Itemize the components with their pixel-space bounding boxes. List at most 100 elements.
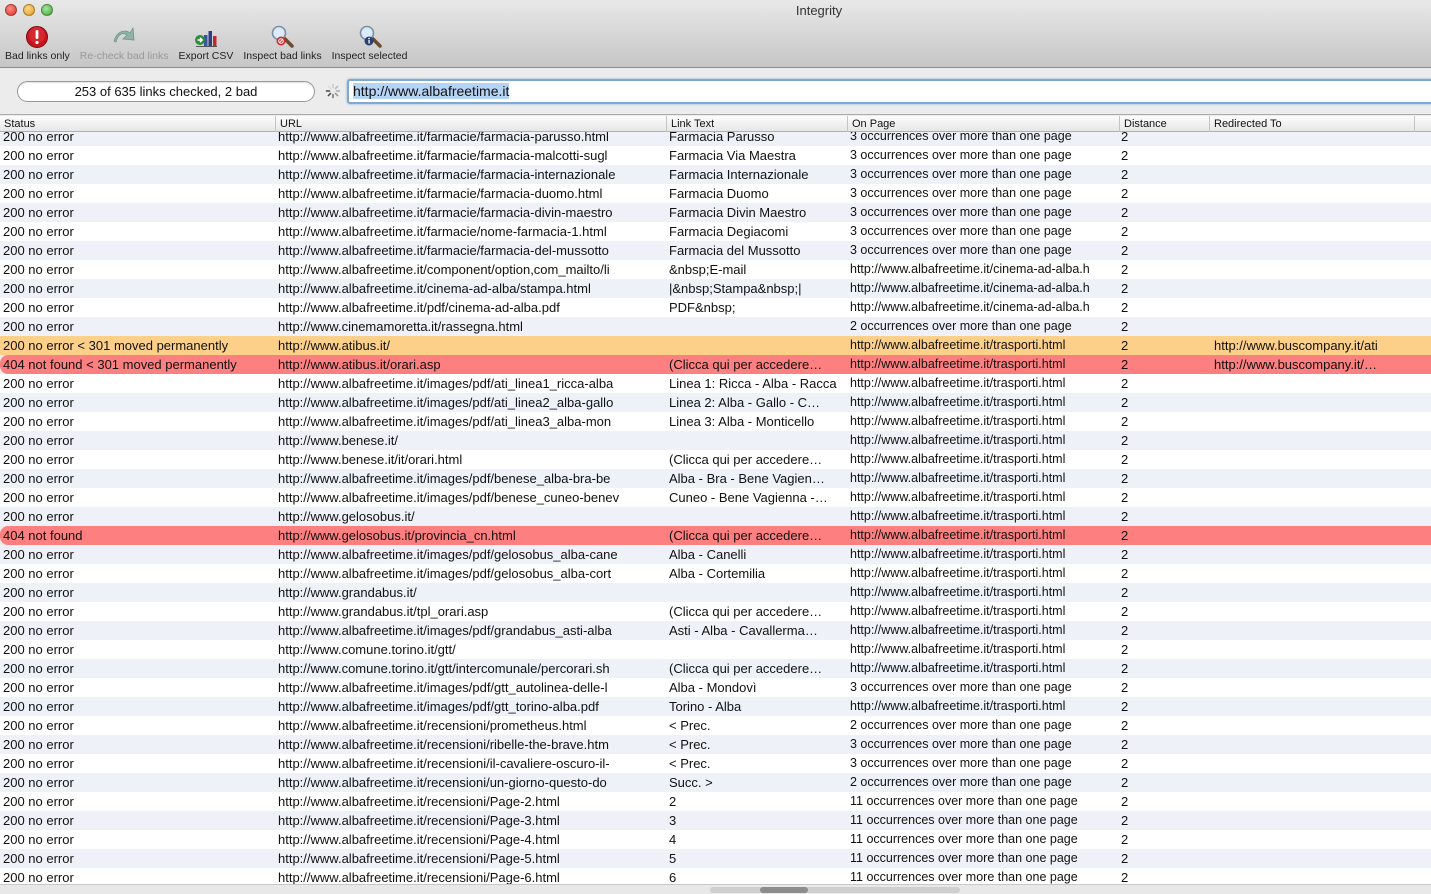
link-text-cell: Succ. > xyxy=(669,775,713,790)
table-row[interactable]: 200 no error http://www.albafreetime.it/r… xyxy=(0,716,1431,735)
table-row[interactable]: 200 no error http://www.albafreetime.it/r… xyxy=(0,735,1431,754)
export-csv-button[interactable]: Export CSV xyxy=(174,22,239,62)
link-text-cell: Torino - Alba xyxy=(669,699,742,714)
on-page-cell: 3 occurrences over more than one page xyxy=(850,243,1072,257)
table-row[interactable]: 200 no error http://www.albafreetime.it/r… xyxy=(0,811,1431,830)
distance-cell: 2 xyxy=(1121,205,1129,220)
distance-cell: 2 xyxy=(1121,528,1129,543)
table-row[interactable]: 200 no error http://www.benese.it/it/orar… xyxy=(0,450,1431,469)
on-page-cell: 11 occurrences over more than one page xyxy=(850,794,1078,808)
on-page-cell: http://www.albafreetime.it/cinema-ad-alb… xyxy=(850,281,1090,295)
on-page-cell: http://www.albafreetime.it/trasporti.htm… xyxy=(850,376,1066,390)
table-row[interactable]: 200 no error http://www.albafreetime.it/c… xyxy=(0,279,1431,298)
on-page-cell: http://www.albafreetime.it/trasporti.htm… xyxy=(850,395,1066,409)
table-row[interactable]: 200 no error http://www.comune.torino.it/… xyxy=(0,640,1431,659)
scrollbar-thumb[interactable] xyxy=(760,887,808,893)
table-row[interactable]: 200 no error http://www.grandabus.it/http… xyxy=(0,583,1431,602)
url-cell: http://www.albafreetime.it/images/pdf/at… xyxy=(278,414,612,429)
table-row[interactable]: 200 no error http://www.albafreetime.it/i… xyxy=(0,412,1431,431)
distance-cell: 2 xyxy=(1121,357,1129,372)
recheck-bad-links-button[interactable]: Re-check bad links xyxy=(75,22,174,62)
table-row[interactable]: 200 no error http://www.albafreetime.it/r… xyxy=(0,773,1431,792)
table-row[interactable]: 200 no error http://www.albafreetime.it/i… xyxy=(0,564,1431,583)
column-header-redirected-to[interactable]: Redirected To xyxy=(1209,116,1414,132)
status-cell: 200 no error xyxy=(3,642,74,657)
link-text-cell: Alba - Canelli xyxy=(669,547,747,562)
table-row[interactable]: 200 no error http://www.albafreetime.it/r… xyxy=(0,792,1431,811)
table-row[interactable]: 200 no error http://www.albafreetime.it/r… xyxy=(0,868,1431,884)
table-row[interactable]: 200 no error http://www.albafreetime.it/f… xyxy=(0,132,1431,146)
inspect-selected-button[interactable]: Inspect selected xyxy=(327,22,413,62)
status-cell: 200 no error xyxy=(3,585,74,600)
table-row[interactable]: 200 no error http://www.albafreetime.it/f… xyxy=(0,203,1431,222)
status-cell: 200 no error xyxy=(3,262,74,277)
table-row[interactable]: 200 no error http://www.albafreetime.it/i… xyxy=(0,469,1431,488)
table-row[interactable]: 200 no error http://www.cinemamoretta.it/… xyxy=(0,317,1431,336)
table-row[interactable]: 200 no error http://www.comune.torino.it/… xyxy=(0,659,1431,678)
link-text-cell: Linea 2: Alba - Gallo - C… xyxy=(669,395,821,410)
status-cell: 200 no error xyxy=(3,433,74,448)
link-text-cell: < Prec. xyxy=(669,718,711,733)
url-cell: http://www.albafreetime.it/images/pdf/gr… xyxy=(278,623,612,638)
table-row[interactable]: 200 no error http://www.gelosobus.it/http… xyxy=(0,507,1431,526)
table-row[interactable]: 200 no error http://www.albafreetime.it/i… xyxy=(0,621,1431,640)
column-header-on-page[interactable]: On Page xyxy=(847,116,1119,132)
on-page-cell: http://www.albafreetime.it/trasporti.htm… xyxy=(850,452,1066,466)
table-row[interactable]: 200 no error http://www.albafreetime.it/f… xyxy=(0,241,1431,260)
inspect-bad-links-button[interactable]: Inspect bad links xyxy=(238,22,326,62)
status-cell: 200 no error xyxy=(3,775,74,790)
status-cell: 200 no error xyxy=(3,604,74,619)
table-row[interactable]: 200 no error http://www.albafreetime.it/i… xyxy=(0,374,1431,393)
table-row[interactable]: 200 no error http://www.albafreetime.it/f… xyxy=(0,165,1431,184)
table-row[interactable]: 200 no error http://www.albafreetime.it/p… xyxy=(0,298,1431,317)
table-row[interactable]: 200 no error http://www.albafreetime.it/r… xyxy=(0,754,1431,773)
url-cell: http://www.albafreetime.it/component/opt… xyxy=(278,262,610,277)
status-cell: 200 no error xyxy=(3,737,74,752)
column-header-status[interactable]: Status xyxy=(0,116,275,132)
column-header-link-text[interactable]: Link Text xyxy=(666,116,847,132)
bad-links-only-button[interactable]: Bad links only xyxy=(0,22,75,62)
table-row[interactable]: 200 no error http://www.albafreetime.it/c… xyxy=(0,260,1431,279)
table-row[interactable]: 200 no error http://www.albafreetime.it/i… xyxy=(0,393,1431,412)
url-cell: http://www.albafreetime.it/images/pdf/at… xyxy=(278,395,614,410)
distance-cell: 2 xyxy=(1121,661,1129,676)
links-table: 200 no error http://www.albafreetime.it/f… xyxy=(0,132,1431,884)
table-row[interactable]: 200 no error http://www.albafreetime.it/r… xyxy=(0,830,1431,849)
on-page-cell: http://www.albafreetime.it/trasporti.htm… xyxy=(850,433,1066,447)
table-row[interactable]: 200 no error http://www.albafreetime.it/f… xyxy=(0,146,1431,165)
table-row[interactable]: 200 no error http://www.albafreetime.it/i… xyxy=(0,488,1431,507)
url-cell: http://www.albafreetime.it/images/pdf/be… xyxy=(278,490,620,505)
url-cell: http://www.albafreetime.it/recensioni/pr… xyxy=(278,718,587,733)
table-row[interactable]: 200 no error http://www.grandabus.it/tpl_… xyxy=(0,602,1431,621)
redirected-to-cell: http://www.buscompany.it/… xyxy=(1214,357,1378,372)
scrollbar-track[interactable] xyxy=(710,887,960,893)
horizontal-scrollbar[interactable] xyxy=(0,884,1431,894)
table-row[interactable]: 404 not found < 301 moved permanently htt… xyxy=(0,355,1431,374)
window-titlebar: Integrity Bad links only Re-check bad li… xyxy=(0,0,1431,68)
table-row[interactable]: 200 no error < 301 moved permanently http… xyxy=(0,336,1431,355)
url-cell: http://www.benese.it/it/orari.html xyxy=(278,452,463,467)
column-header-distance[interactable]: Distance xyxy=(1119,116,1209,132)
status-cell: 200 no error xyxy=(3,623,74,638)
table-row[interactable]: 200 no error http://www.albafreetime.it/i… xyxy=(0,697,1431,716)
toolbar: Bad links only Re-check bad links Export… xyxy=(0,22,412,66)
distance-cell: 2 xyxy=(1121,148,1129,163)
column-header-url[interactable]: URL xyxy=(275,116,666,132)
url-input[interactable]: http://www.albafreetime.it xyxy=(347,79,1431,104)
url-cell: http://www.albafreetime.it/recensioni/Pa… xyxy=(278,813,560,828)
url-cell: http://www.albafreetime.it/images/pdf/gt… xyxy=(278,699,599,714)
link-text-cell: PDF&nbsp; xyxy=(669,300,736,315)
link-text-cell: Linea 3: Alba - Monticello xyxy=(669,414,815,429)
table-row[interactable]: 200 no error http://www.albafreetime.it/f… xyxy=(0,184,1431,203)
table-row[interactable]: 200 no error http://www.albafreetime.it/f… xyxy=(0,222,1431,241)
url-cell: http://www.albafreetime.it/farmacie/farm… xyxy=(278,148,608,163)
table-row[interactable]: 200 no error http://www.albafreetime.it/i… xyxy=(0,678,1431,697)
url-cell: http://www.albafreetime.it/farmacie/nome… xyxy=(278,224,607,239)
link-text-cell: Asti - Alba - Cavallerma… xyxy=(669,623,818,638)
table-row[interactable]: 404 not found http://www.gelosobus.it/pro… xyxy=(0,526,1431,545)
table-row[interactable]: 200 no error http://www.albafreetime.it/i… xyxy=(0,545,1431,564)
table-row[interactable]: 200 no error http://www.albafreetime.it/r… xyxy=(0,849,1431,868)
link-text-cell: 4 xyxy=(669,832,677,847)
table-row[interactable]: 200 no error http://www.benese.it/http://… xyxy=(0,431,1431,450)
distance-cell: 2 xyxy=(1121,547,1129,562)
